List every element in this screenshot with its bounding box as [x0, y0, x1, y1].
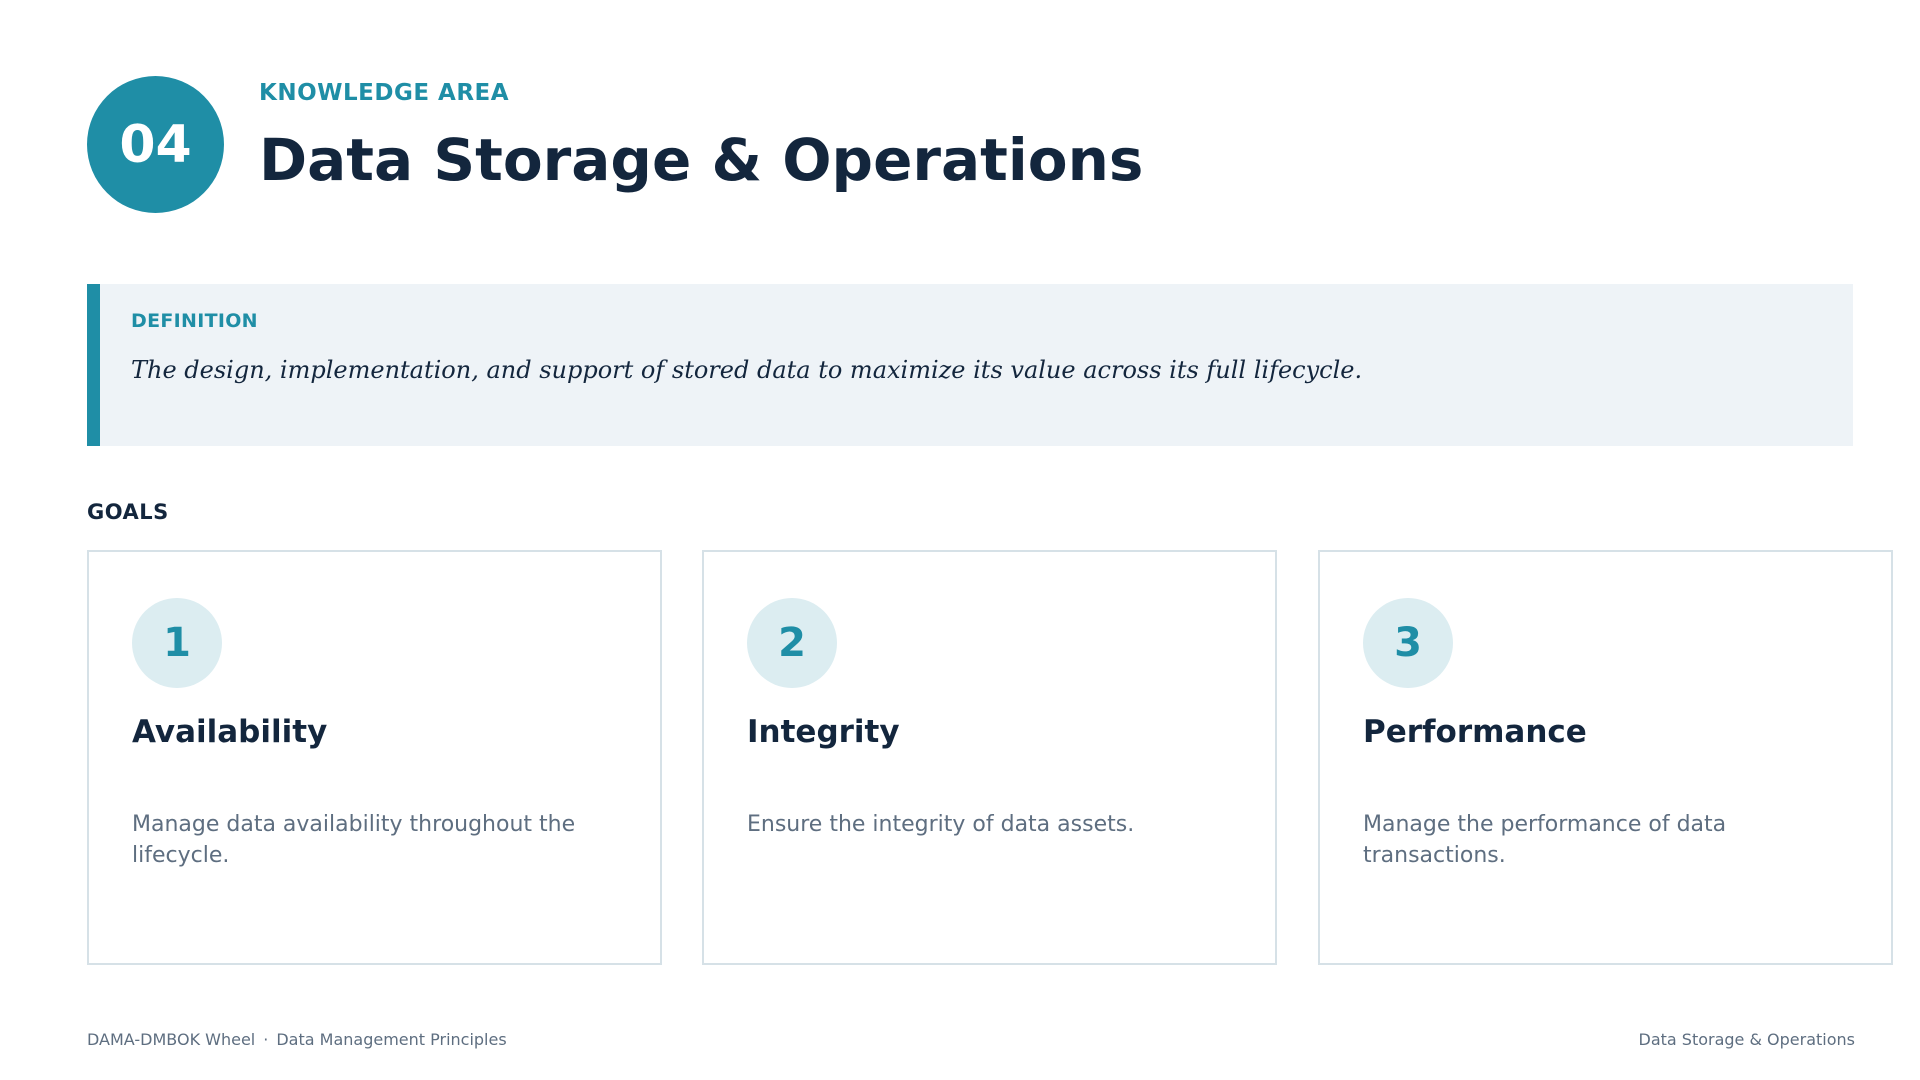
goal-card-integrity: 2 Integrity Ensure the integrity of data… — [702, 550, 1277, 965]
footer-topic: Data Management Principles — [276, 1030, 507, 1049]
goal-description: Ensure the integrity of data assets. — [747, 812, 1135, 837]
goal-card-availability: 1 Availability Manage data availability … — [87, 550, 662, 965]
goal-number-badge: 3 — [1363, 598, 1453, 688]
goal-title: Performance — [1363, 714, 1587, 750]
definition-text: The design, implementation, and support … — [131, 356, 1363, 384]
footer-right: Data Storage & Operations — [1638, 1030, 1856, 1049]
footer-source: DAMA-DMBOK Wheel — [87, 1030, 256, 1049]
page-title: Data Storage & Operations — [259, 126, 1144, 194]
goals-heading: GOALS — [87, 500, 169, 524]
footer-separator: · — [263, 1030, 269, 1049]
goal-number: 1 — [163, 620, 191, 666]
footer-left: DAMA-DMBOK Wheel · Data Management Princip… — [87, 1030, 507, 1049]
knowledge-area-number-badge: 04 — [87, 76, 224, 213]
definition-panel: DEFINITION The design, implementation, a… — [87, 284, 1853, 446]
goal-number: 3 — [1394, 620, 1422, 666]
goals-cards: 1 Availability Manage data availability … — [87, 550, 1893, 965]
goal-description: Manage the performance of data transacti… — [1363, 812, 1727, 868]
definition-label: DEFINITION — [131, 310, 258, 332]
goal-card-performance: 3 Performance Manage the performance of … — [1318, 550, 1893, 965]
eyebrow-label: KNOWLEDGE AREA — [259, 80, 510, 106]
goal-number-badge: 1 — [132, 598, 222, 688]
goal-number-badge: 2 — [747, 598, 837, 688]
goal-title: Availability — [132, 714, 328, 750]
knowledge-area-number: 04 — [119, 114, 192, 175]
goal-description: Manage data availability throughout the … — [132, 812, 576, 868]
goal-title: Integrity — [747, 714, 900, 750]
goal-number: 2 — [778, 620, 806, 666]
